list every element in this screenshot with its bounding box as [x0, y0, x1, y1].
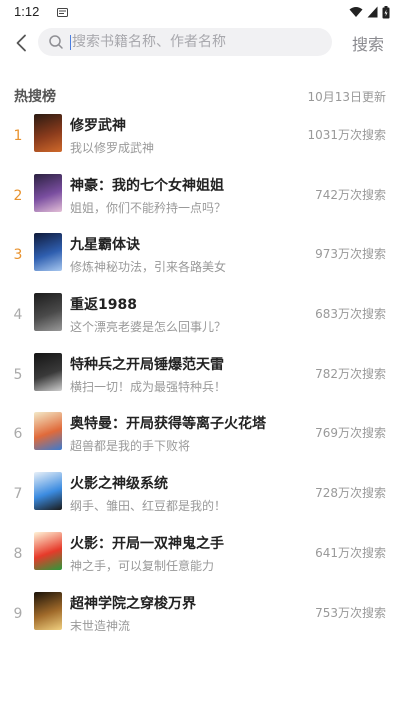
list-item[interactable]: 7 火影之神级系统 纲手、雏田、红豆都是我的！ 728万次搜索 — [0, 466, 400, 526]
search-count: 683万次搜索 — [315, 307, 386, 322]
book-cover — [34, 531, 62, 570]
book-title: 火影：开局一双神鬼之手 — [70, 535, 224, 552]
book-description: 末世造神流 — [70, 618, 131, 633]
book-title: 火影之神级系统 — [70, 476, 168, 493]
rank-number: 8 — [13, 545, 23, 562]
search-count: 1031万次搜索 — [307, 128, 386, 142]
book-cover — [34, 293, 62, 332]
book-description: 横扫一切！成为最强特种兵！ — [70, 379, 227, 394]
text-cursor — [70, 34, 71, 50]
search-count: 782万次搜索 — [315, 366, 386, 381]
chevron-left-icon — [16, 34, 26, 52]
list-item[interactable]: 1 修罗武神 我以修罗成武神 1031万次搜索 — [0, 108, 400, 168]
search-count: 742万次搜索 — [315, 187, 386, 202]
book-title: 重返1988 — [70, 297, 137, 314]
book-title: 特种兵之开局锤爆范天雷 — [70, 356, 224, 373]
rank-number: 4 — [13, 307, 23, 324]
rank-number: 1 — [13, 128, 23, 144]
rank-number: 6 — [13, 426, 23, 443]
list-item[interactable]: 8 火影：开局一双神鬼之手 神之手，可以复制任意能力 641万次搜索 — [0, 526, 400, 586]
book-title: 超神学院之穿梭万界 — [70, 595, 196, 612]
status-bar: 1:12 — [0, 0, 400, 26]
book-description: 超兽都是我的手下败将 — [70, 439, 191, 454]
rank-number: 7 — [13, 486, 23, 503]
book-title: 九星霸体诀 — [70, 237, 140, 254]
signal-icon — [367, 6, 378, 18]
search-count: 641万次搜索 — [315, 545, 386, 560]
list-item[interactable]: 2 神豪：我的七个女神姐姐 姐姐，你们不能矜持一点吗？ 742万次搜索 — [0, 168, 400, 228]
back-button[interactable] — [8, 30, 34, 56]
book-title: 神豪：我的七个女神姐姐 — [70, 177, 224, 194]
search-count: 769万次搜索 — [315, 426, 386, 441]
list-item[interactable]: 4 重返1988 这个漂亮老婆是怎么回事儿？ 683万次搜索 — [0, 287, 400, 347]
rank-number: 9 — [13, 605, 23, 622]
status-time: 1:12 — [14, 4, 40, 19]
book-title: 奥特曼：开局获得等离子火花塔 — [70, 416, 266, 433]
system-icons — [349, 5, 390, 19]
book-description: 神之手，可以复制任意能力 — [70, 558, 215, 573]
search-button[interactable]: 搜索 — [352, 31, 384, 55]
book-description: 姐姐，你们不能矜持一点吗？ — [70, 200, 227, 215]
rank-number: 3 — [13, 247, 23, 264]
book-title: 修罗武神 — [70, 118, 126, 134]
book-cover — [34, 412, 62, 451]
hot-list-updated: 10月13日更新 — [307, 90, 386, 104]
wifi-icon — [349, 7, 363, 17]
list-item[interactable]: 5 特种兵之开局锤爆范天雷 横扫一切！成为最强特种兵！ 782万次搜索 — [0, 347, 400, 407]
book-cover — [34, 472, 62, 511]
battery-icon — [382, 5, 390, 18]
magnifier-icon — [49, 35, 63, 49]
book-description: 修炼神秘功法，引来各路美女 — [70, 260, 227, 275]
book-cover — [34, 173, 62, 212]
book-cover — [34, 114, 62, 152]
book-cover — [34, 591, 62, 630]
search-count: 753万次搜索 — [315, 605, 386, 620]
list-item[interactable]: 3 九星霸体诀 修炼神秘功法，引来各路美女 973万次搜索 — [0, 227, 400, 287]
rank-number: 5 — [13, 366, 23, 383]
search-count: 728万次搜索 — [315, 486, 386, 501]
hot-list: 1 修罗武神 我以修罗成武神 1031万次搜索 2 神豪：我的七个女神姐姐 姐姐… — [0, 108, 400, 645]
book-cover — [34, 233, 62, 272]
notification-icon — [57, 8, 68, 17]
list-item[interactable]: 6 奥特曼：开局获得等离子火花塔 超兽都是我的手下败将 769万次搜索 — [0, 406, 400, 466]
search-field[interactable] — [38, 28, 332, 56]
book-cover — [34, 352, 62, 391]
book-description: 这个漂亮老婆是怎么回事儿？ — [70, 320, 227, 335]
list-item[interactable]: 9 超神学院之穿梭万界 末世造神流 753万次搜索 — [0, 586, 400, 646]
search-bar: 搜索 — [0, 26, 400, 60]
search-count: 973万次搜索 — [315, 247, 386, 262]
book-description: 我以修罗成武神 — [70, 141, 155, 155]
rank-number: 2 — [13, 187, 23, 204]
book-description: 纲手、雏田、红豆都是我的！ — [70, 499, 227, 514]
hot-list-title: 热搜榜 — [14, 89, 56, 105]
search-input[interactable] — [72, 34, 312, 50]
hot-list-header: 热搜榜 10月13日更新 — [0, 86, 400, 106]
